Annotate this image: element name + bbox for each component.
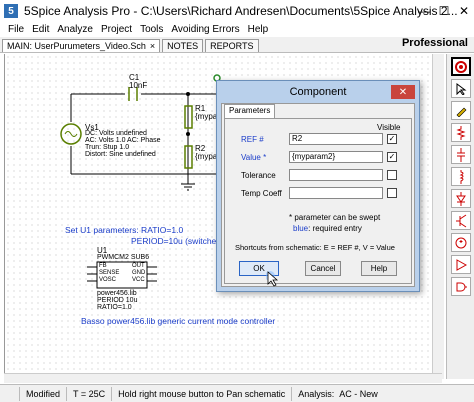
inductor-tool-icon[interactable] xyxy=(451,167,471,186)
dialog-body: Parameters Visible REF # R2 ✓ Value * {m… xyxy=(221,103,415,287)
horizontal-scrollbar[interactable] xyxy=(4,373,442,383)
block-tool-icon[interactable] xyxy=(451,277,471,296)
u1-ratio: RATIO=1.0 xyxy=(97,304,132,311)
status-temperature: T = 25C xyxy=(67,386,113,401)
u1-pin-fb: FB xyxy=(99,263,107,269)
maximize-button[interactable]: ☐ xyxy=(434,0,454,22)
param-line-1: Set U1 parameters: RATIO=1.0 xyxy=(65,225,184,235)
tab-reports[interactable]: REPORTS xyxy=(205,39,259,52)
value-input[interactable]: {myparam2} xyxy=(289,151,383,163)
required-note-text: : required entry xyxy=(308,224,362,233)
tab-main-label: MAIN: UserPurumeters_Video.Sch xyxy=(7,41,146,51)
c1-value: 10nF xyxy=(129,81,148,90)
capacitor-tool-icon[interactable] xyxy=(451,145,471,164)
dialog-title-bar: Component ✕ xyxy=(217,81,419,103)
diode-tool-icon[interactable] xyxy=(451,189,471,208)
resistor-icon xyxy=(456,125,466,140)
analysis-value: AC - New xyxy=(339,388,378,399)
u1-model: PWMCM2 SUB6 xyxy=(97,254,150,261)
help-button[interactable]: Help xyxy=(361,261,397,276)
logic-gate-icon xyxy=(456,282,467,291)
app-icon: 5 xyxy=(4,4,18,18)
diode-icon xyxy=(456,191,466,206)
analysis-label: Analysis: xyxy=(298,388,335,399)
transistor-tool-icon[interactable] xyxy=(451,211,471,230)
window-title: 5Spice Analysis Pro - C:\Users\Richard A… xyxy=(24,4,458,18)
status-analysis: Analysis: AC - New xyxy=(292,387,384,401)
sweep-note: * parameter can be swept xyxy=(289,213,381,222)
component-library-icon[interactable] xyxy=(451,57,471,76)
cursor-arrow-icon xyxy=(456,82,467,95)
cancel-button[interactable]: Cancel xyxy=(305,261,341,276)
vs1-line4: Distort: Sine undefined xyxy=(85,151,156,158)
ref-label: REF # xyxy=(241,135,264,144)
tolerance-input[interactable] xyxy=(289,169,383,181)
ref-input[interactable]: R2 xyxy=(289,133,383,145)
u1-pin-vcc: VCC xyxy=(132,277,145,283)
menu-analyze[interactable]: Analyze xyxy=(57,24,93,35)
resistor-tool-icon[interactable] xyxy=(451,123,471,142)
tolerance-visible-checkbox[interactable] xyxy=(387,170,397,180)
required-note: blue: required entry xyxy=(293,224,362,233)
c-badge-icon xyxy=(455,60,467,73)
source-tool-icon[interactable] xyxy=(451,233,471,252)
temp-coeff-input[interactable] xyxy=(289,187,383,199)
shortcuts-note: Shortcuts from schematic: E = REF #, V =… xyxy=(235,243,395,252)
opamp-tool-icon[interactable] xyxy=(451,255,471,274)
title-bar: 5 5Spice Analysis Pro - C:\Users\Richard… xyxy=(0,0,474,22)
close-button[interactable]: ✕ xyxy=(454,0,474,22)
temp-coeff-visible-checkbox[interactable] xyxy=(387,188,397,198)
tab-parameters[interactable]: Parameters xyxy=(224,104,276,118)
status-modified: Modified xyxy=(20,386,68,401)
tolerance-label: Tolerance xyxy=(241,171,276,180)
status-bar: Modified T = 25C Hold right mouse button… xyxy=(0,384,474,402)
pointer-icon[interactable] xyxy=(451,79,471,98)
vs1-line1: DC: Volts undefined xyxy=(85,130,147,137)
edition-label: Professional xyxy=(401,37,468,49)
vs1-line3: Trun: Stup 1.0 xyxy=(85,144,130,151)
mouse-cursor-icon xyxy=(266,271,279,287)
temp-coeff-label: Temp Coeff xyxy=(241,189,282,198)
visible-header: Visible xyxy=(377,123,401,132)
tab-close-icon[interactable]: × xyxy=(150,41,155,51)
vertical-scrollbar[interactable] xyxy=(432,54,444,379)
dialog-close-button[interactable]: ✕ xyxy=(391,85,415,99)
menu-file[interactable]: File xyxy=(8,24,24,35)
dialog-title: Component xyxy=(289,86,347,98)
u1-period: PERIOD 10u xyxy=(97,297,138,304)
value-label: Value * xyxy=(241,153,267,162)
component-toolbox xyxy=(446,54,474,379)
menu-help[interactable]: Help xyxy=(248,24,269,35)
menu-project[interactable]: Project xyxy=(101,24,132,35)
window-controls: — ☐ ✕ xyxy=(414,0,474,22)
opamp-icon xyxy=(456,258,467,271)
u1-lib: power456.lib xyxy=(97,290,137,297)
status-hint: Hold right mouse button to Pan schematic xyxy=(112,386,293,401)
value-visible-checkbox[interactable]: ✓ xyxy=(387,152,397,162)
transistor-icon xyxy=(456,214,467,227)
menu-avoiding-errors[interactable]: Avoiding Errors xyxy=(171,24,239,35)
ref-visible-checkbox[interactable]: ✓ xyxy=(387,134,397,144)
voltage-source-icon xyxy=(455,237,467,248)
wire-pencil-icon[interactable] xyxy=(451,101,471,120)
controller-caption: Basso power456.lib generic current mode … xyxy=(81,316,276,326)
menu-bar: File Edit Analyze Project Tools Avoiding… xyxy=(0,22,474,37)
u1-pin-vosc: VOSC xyxy=(99,277,117,283)
tab-main[interactable]: MAIN: UserPurumeters_Video.Sch × xyxy=(2,39,161,52)
capacitor-icon xyxy=(457,147,465,162)
vs1-line2: AC: Volts 1.0 AC: Phase xyxy=(85,137,161,144)
minimize-button[interactable]: — xyxy=(414,0,434,22)
component-dialog: Component ✕ Parameters Visible REF # R2 … xyxy=(216,80,420,292)
inductor-icon xyxy=(459,169,464,184)
parameters-panel: Visible REF # R2 ✓ Value * {myparam2} ✓ … xyxy=(224,118,412,284)
u1-pin-out: OUT xyxy=(132,263,145,269)
menu-tools[interactable]: Tools xyxy=(140,24,163,35)
tab-notes[interactable]: NOTES xyxy=(162,39,204,52)
u1-pin-sense: SENSE xyxy=(99,270,120,276)
u1-pin-gnd: GND xyxy=(132,270,146,276)
required-note-blue: blue xyxy=(293,224,309,233)
pencil-icon xyxy=(456,107,467,117)
menu-edit[interactable]: Edit xyxy=(32,24,49,35)
status-indicator xyxy=(0,386,20,401)
